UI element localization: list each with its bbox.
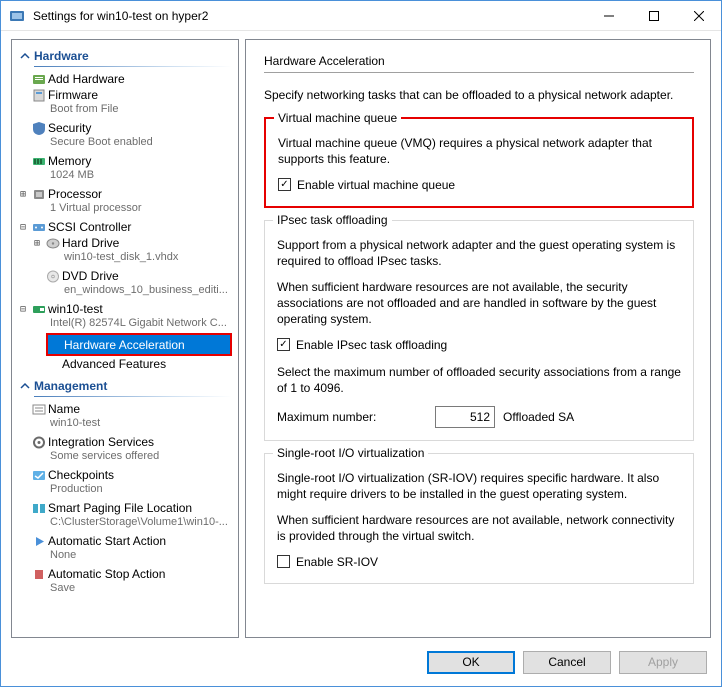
tree-scsi[interactable]: ⊟SCSI Controller [14,219,236,235]
maximize-button[interactable] [631,1,676,31]
group-ipsec: IPsec task offloading Support from a phy… [264,220,694,441]
tree-paging-sub: C:\ClusterStorage\Volume1\win10-... [14,516,236,530]
ipsec-max-input[interactable]: 512 [435,406,495,428]
collapse-icon[interactable]: ⊟ [16,304,30,315]
tree-integration-sub: Some services offered [14,450,236,464]
tree-hw-accel[interactable]: Hardware Acceleration [48,335,230,354]
auto-start-icon [30,534,48,548]
section-hardware[interactable]: Hardware [14,46,236,66]
firmware-icon [30,88,48,102]
sriov-desc2: When sufficient hardware resources are n… [277,512,681,544]
group-vmq: Virtual machine queue Virtual machine qu… [264,117,694,207]
controller-icon [30,220,48,234]
ipsec-desc2: When sufficient hardware resources are n… [277,279,681,328]
group-ipsec-legend: IPsec task offloading [273,213,392,227]
ipsec-max-suffix: Offloaded SA [503,410,574,424]
memory-icon [30,154,48,168]
tree-security-sub: Secure Boot enabled [14,136,236,150]
tree-paging[interactable]: Smart Paging File Location [14,500,236,516]
tree-checkpoints[interactable]: Checkpoints [14,467,236,483]
tree-nic[interactable]: ⊟win10-test [14,301,236,317]
network-adapter-icon [30,302,48,316]
tree-auto-stop-sub: Save [14,582,236,596]
checkbox-checked-icon[interactable]: ✓ [277,338,290,351]
tree-hard-drive[interactable]: ⊞Hard Drive [14,235,236,251]
tree-auto-start-sub: None [14,549,236,563]
group-sriov-legend: Single-root I/O virtualization [273,446,428,460]
close-button[interactable] [676,1,721,31]
tree-integration[interactable]: Integration Services [14,434,236,450]
ipsec-desc1: Support from a physical network adapter … [277,237,681,269]
dvd-icon [44,269,62,283]
vmq-desc: Virtual machine queue (VMQ) requires a p… [278,135,680,167]
services-icon [30,435,48,449]
name-icon [30,402,48,416]
navigation-tree[interactable]: Hardware Add Hardware Firmware Boot from… [11,39,239,638]
content-panel: Hardware Acceleration Specify networking… [245,39,711,638]
tree-firmware[interactable]: Firmware [14,87,236,103]
tree-processor-sub: 1 Virtual processor [14,202,236,216]
tree-dvd[interactable]: DVD Drive [14,268,236,284]
expand-icon[interactable]: ⊞ [16,189,30,200]
disk-icon [44,236,62,250]
tree-checkpoints-sub: Production [14,483,236,497]
tree-auto-start[interactable]: Automatic Start Action [14,533,236,549]
shield-icon [30,121,48,135]
collapse-icon[interactable]: ⊟ [16,222,30,233]
tree-security[interactable]: Security [14,120,236,136]
cancel-button[interactable]: Cancel [523,651,611,674]
ok-button[interactable]: OK [427,651,515,674]
dialog-footer: OK Cancel Apply [1,638,721,686]
ipsec-max-label: Maximum number: [277,410,427,424]
processor-icon [30,187,48,201]
tree-nic-sub: Intel(R) 82574L Gigabit Network C... [14,317,236,331]
tree-add-hardware[interactable]: Add Hardware [14,71,236,87]
ipsec-checkbox-row[interactable]: ✓ Enable IPsec task offloading [277,338,681,352]
expand-icon[interactable]: ⊞ [30,238,44,249]
tree-name-sub: win10-test [14,417,236,431]
add-hardware-icon [30,72,48,86]
vmq-checkbox-row[interactable]: ✓ Enable virtual machine queue [278,178,680,192]
settings-window: Settings for win10-test on hyper2 Hardwa… [0,0,722,687]
minimize-button[interactable] [586,1,631,31]
tree-hard-drive-sub: win10-test_disk_1.vhdx [14,251,236,265]
chevron-up-icon [18,379,32,393]
page-title: Hardware Acceleration [264,54,694,68]
checkbox-checked-icon[interactable]: ✓ [278,178,291,191]
app-icon [9,8,25,24]
paging-icon [30,501,48,515]
checkbox-unchecked-icon[interactable] [277,555,290,568]
tree-auto-stop[interactable]: Automatic Stop Action [14,566,236,582]
sriov-desc1: Single-root I/O virtualization (SR-IOV) … [277,470,681,502]
titlebar: Settings for win10-test on hyper2 [1,1,721,31]
auto-stop-icon [30,567,48,581]
tree-dvd-sub: en_windows_10_business_editi... [14,284,236,298]
selection-highlight: Hardware Acceleration [46,333,232,356]
tree-adv-features[interactable]: Advanced Features [14,356,236,372]
window-title: Settings for win10-test on hyper2 [33,9,586,23]
tree-processor[interactable]: ⊞Processor [14,186,236,202]
tree-memory-sub: 1024 MB [14,169,236,183]
apply-button[interactable]: Apply [619,651,707,674]
chevron-up-icon [18,49,32,63]
tree-firmware-sub: Boot from File [14,103,236,117]
checkpoints-icon [30,468,48,482]
tree-name[interactable]: Name [14,401,236,417]
tree-memory[interactable]: Memory [14,153,236,169]
sriov-checkbox-label: Enable SR-IOV [296,555,378,569]
ipsec-checkbox-label: Enable IPsec task offloading [296,338,447,352]
page-intro: Specify networking tasks that can be off… [264,87,694,103]
sriov-checkbox-row[interactable]: Enable SR-IOV [277,555,681,569]
vmq-checkbox-label: Enable virtual machine queue [297,178,455,192]
ipsec-desc3: Select the maximum number of offloaded s… [277,364,681,396]
group-sriov: Single-root I/O virtualization Single-ro… [264,453,694,584]
group-vmq-legend: Virtual machine queue [274,111,401,125]
section-management[interactable]: Management [14,376,236,396]
